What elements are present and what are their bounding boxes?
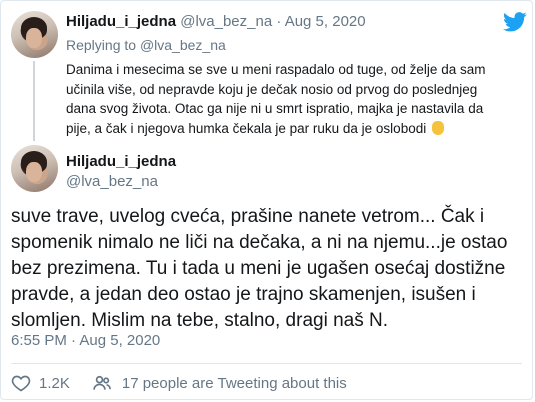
text-line: pravde, a jedan deo ostao je trajno skam… [11,284,476,305]
text-line: suve trave, uvelog cveća, prašine nanete… [11,206,485,227]
tweet-actions: 1.2K 17 people are Tweeting about this [11,372,347,394]
author-name[interactable]: Hiljadu_i_jedna [66,13,176,30]
replying-to-label: Replying to [66,37,137,53]
parent-tweet-text: Danima i mesecima se sve u meni raspadal… [66,60,516,138]
replying-to-mention[interactable]: @lva_bez_na [140,37,226,53]
text-line-content: pije, a čak i njegova humka čekala je pa… [66,120,427,136]
text-line: spomenik nimalo ne liči na dečaka, a ni … [11,232,508,253]
heart-icon[interactable] [11,373,31,393]
separator: · [276,13,282,30]
pointing-down-emoji-icon [432,120,445,135]
text-line: dana svog života. Otac ga nije ni u smrt… [66,101,484,116]
tweeting-about-link[interactable]: 17 people are Tweeting about this [122,375,347,392]
text-line: Danima i mesecima se sve u meni raspadal… [66,62,486,77]
tweet-text: suve trave, uvelog cveća, prašine nanete… [11,204,523,334]
parent-tweet[interactable]: Hiljadu_i_jedna @lva_bez_na · Aug 5, 202… [0,0,535,141]
divider [11,363,522,364]
author-handle[interactable]: @lva_bez_na [66,173,158,190]
like-count[interactable]: 1.2K [39,375,70,392]
avatar[interactable] [11,11,58,58]
author-name[interactable]: Hiljadu_i_jedna [66,153,176,170]
author-handle[interactable]: @lva_bez_na [180,13,272,30]
text-line: pije, a čak i njegova humka čekala je pa… [66,119,516,139]
text-line: učinila više, od nepravde koju je dečak … [66,81,478,97]
tweet-date[interactable]: Aug 5, 2020 [285,13,366,30]
avatar[interactable] [11,145,58,192]
text-line: slomljen. Mislim na tebe, stalno, dragi … [11,310,388,331]
people-icon[interactable] [92,373,112,393]
parent-tweet-header: Hiljadu_i_jedna @lva_bez_na · Aug 5, 202… [66,13,366,30]
twitter-bird-icon[interactable] [503,12,527,32]
replying-to: Replying to @lva_bez_na [66,37,226,53]
text-line: bez prezimena. Tu i tada u meni je ugaše… [11,258,506,279]
tweet-timestamp[interactable]: 6:55 PM · Aug 5, 2020 [11,332,160,349]
thread-connector [33,61,35,141]
